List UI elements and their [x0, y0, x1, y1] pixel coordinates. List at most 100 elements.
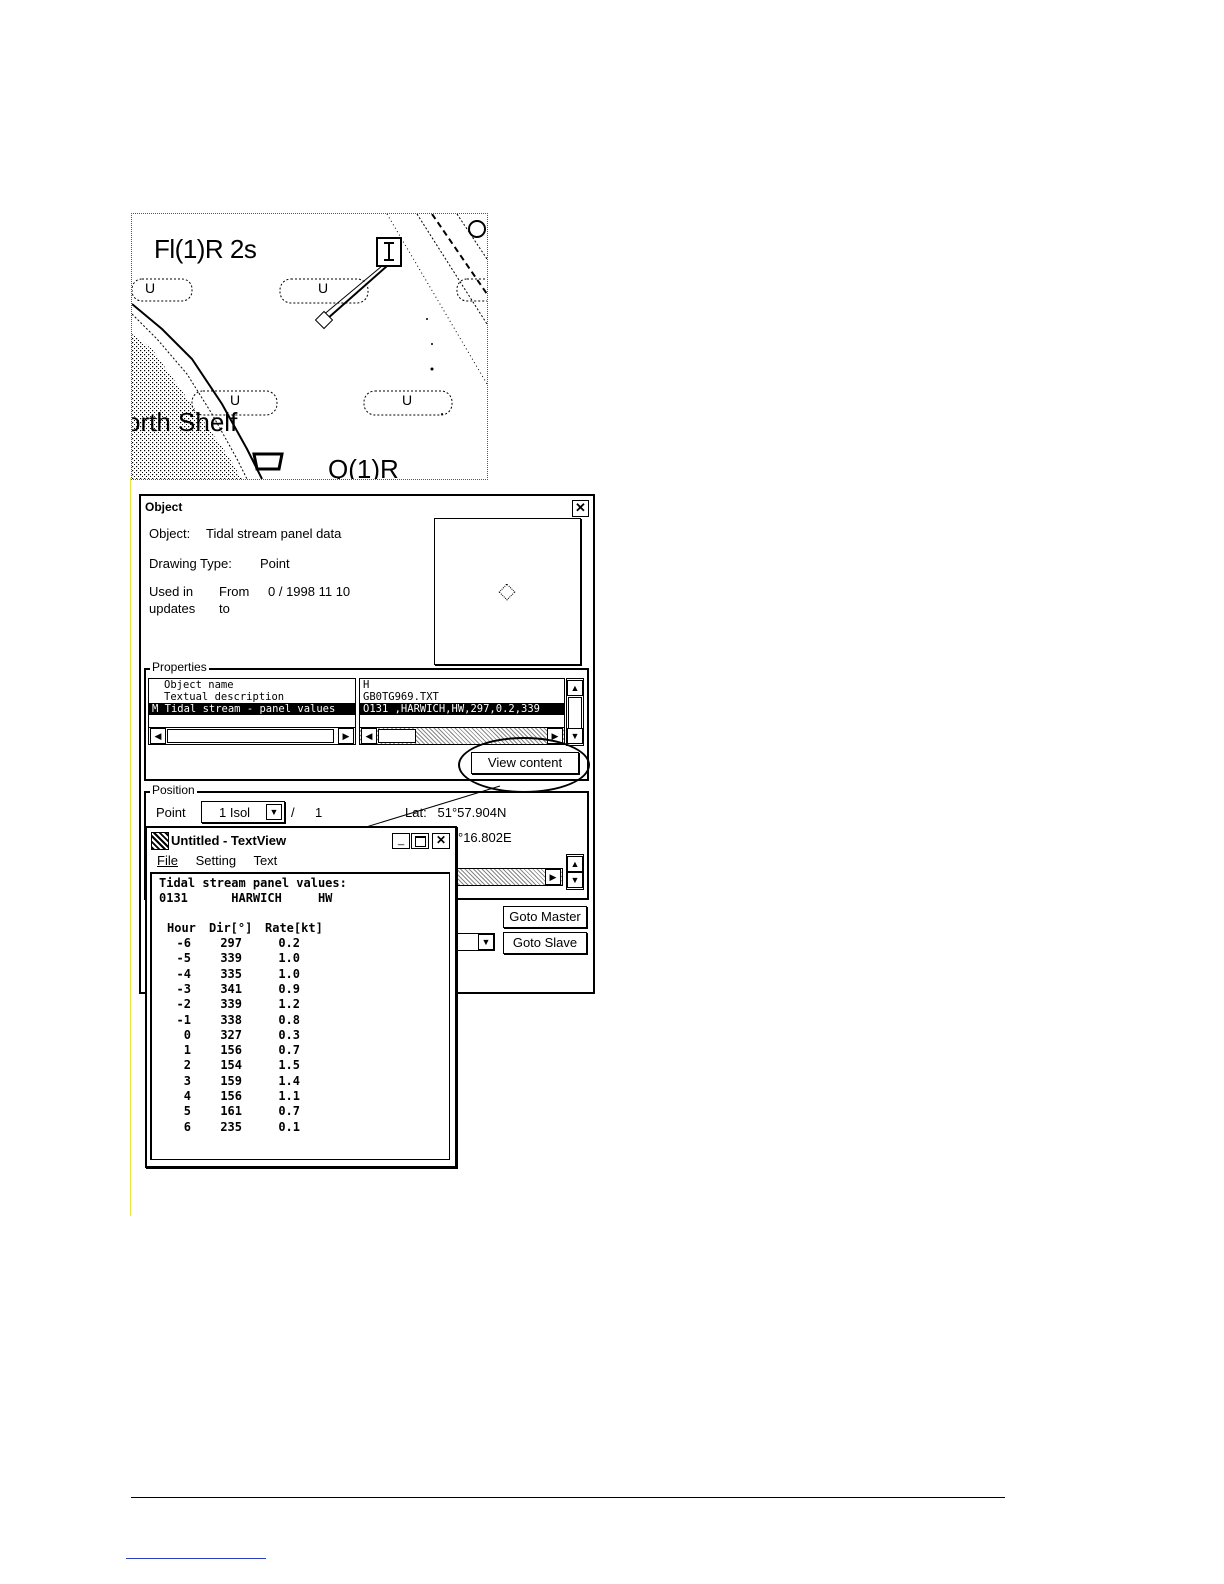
tide-hour: -5 [176, 951, 191, 966]
scroll-down-icon[interactable]: ▼ [567, 872, 583, 888]
buoy-mark-3: U [230, 392, 241, 408]
property-values-list[interactable]: H GB0TG969.TXT O131 ,HARWICH,HW,297,0.2,… [359, 678, 565, 728]
close-button[interactable]: ✕ [572, 500, 589, 517]
maximize-button[interactable] [411, 833, 429, 849]
drawing-type-value: Point [260, 556, 290, 571]
chart-map: Fl(1)R 2s U U U U orth Shelf Q(1)R [131, 213, 488, 480]
symbol-preview [434, 518, 581, 665]
tide-rate: 0.7 [278, 1104, 300, 1119]
menu-setting[interactable]: Setting [196, 853, 236, 868]
tide-hour: 3 [183, 1073, 191, 1088]
goto-master-button[interactable]: Goto Master [503, 906, 587, 928]
scroll-right-icon[interactable]: ▶ [338, 728, 354, 744]
position-vscroll[interactable]: ▲ ▼ [566, 854, 584, 890]
menu-file[interactable]: File [157, 853, 178, 868]
property-value-item-selected[interactable]: O131 ,HARWICH,HW,297,0.2,339 [360, 703, 564, 715]
dropdown-icon[interactable]: ▼ [478, 934, 494, 950]
tide-row: 0 327 0.3 [151, 1028, 447, 1043]
scroll-thumb[interactable] [378, 729, 416, 743]
footer-rule [131, 1497, 1005, 1498]
property-name-item[interactable]: Textual description [149, 691, 355, 703]
area-label: orth Shelf [131, 407, 238, 437]
tide-row: -5 339 1.0 [151, 951, 447, 966]
buoy-mark-1: U [145, 280, 156, 296]
scroll-right-icon[interactable]: ▶ [545, 869, 561, 885]
drawing-type-label: Drawing Type: [149, 556, 232, 571]
updates-label: updates [149, 601, 196, 616]
property-value-item[interactable]: GB0TG969.TXT [360, 691, 564, 703]
close-icon: ✕ [575, 500, 586, 515]
column-header-hour: Hour [167, 921, 196, 935]
property-name-item[interactable]: Object name [149, 679, 355, 691]
used-in-label: Used in [149, 584, 194, 599]
properties-label: Properties [150, 660, 209, 674]
tide-row: -3 341 0.9 [151, 982, 447, 997]
footer-link-underline[interactable] [126, 1558, 266, 1559]
tide-direction: 161 [220, 1104, 242, 1119]
tide-row: -4 335 1.0 [151, 967, 447, 982]
goto-slave-button[interactable]: Goto Slave [503, 932, 587, 954]
point-symbol-icon [498, 583, 516, 601]
light-characteristic-label: Fl(1)R 2s [154, 234, 257, 264]
minimize-icon: _ [397, 834, 405, 846]
textview-app-icon [151, 832, 169, 850]
column-header-dir: Dir[°] [209, 921, 253, 935]
tide-hour: -4 [176, 966, 191, 981]
tide-hour: 6 [183, 1119, 191, 1134]
point-select[interactable]: 1 Isol ▼ [201, 801, 285, 823]
tide-hour: 5 [183, 1104, 191, 1119]
buoy-mark-2: U [318, 280, 329, 296]
content-location-line: 0131 HARWICH HW [159, 891, 333, 905]
tide-direction: 341 [220, 981, 242, 996]
textview-window: Untitled - TextView _ ✕ File Setting Tex… [145, 826, 457, 1168]
property-name-item-selected[interactable]: M Tidal stream - panel values [149, 703, 355, 715]
scroll-thumb[interactable] [167, 729, 334, 743]
maximize-icon [415, 836, 426, 847]
menu-text[interactable]: Text [253, 853, 277, 868]
position-hscroll[interactable]: ▶ [441, 868, 563, 886]
tide-direction: 159 [220, 1073, 242, 1088]
tide-hour: 0 [183, 1027, 191, 1042]
object-label: Object: [149, 526, 191, 541]
dropdown-icon[interactable]: ▼ [266, 804, 282, 820]
property-value-item[interactable]: H [360, 679, 564, 691]
close-button[interactable]: ✕ [432, 833, 450, 849]
buoy-mark-4: U [402, 392, 413, 408]
tide-rate: 0.7 [278, 1043, 300, 1058]
tide-rate: 1.4 [278, 1073, 300, 1088]
point-label: Point [156, 805, 186, 820]
from-value: 0 / 1998 11 10 [268, 584, 351, 599]
tide-row: -6 297 0.2 [151, 936, 447, 951]
textview-content[interactable]: Tidal stream panel values: 0131 HARWICH … [150, 872, 450, 1160]
tide-row: 2 154 1.5 [151, 1058, 447, 1073]
tide-direction: 156 [220, 1089, 242, 1103]
object-value: Tidal stream panel data [206, 526, 342, 541]
margin-guide-line [130, 478, 131, 1216]
tide-row: -1 338 0.8 [151, 1013, 447, 1028]
scroll-left-icon[interactable]: ◀ [361, 728, 377, 744]
property-names-hscroll[interactable]: ◀ ▶ [148, 727, 356, 745]
tide-hour: -2 [176, 997, 191, 1012]
scroll-up-icon[interactable]: ▲ [567, 680, 583, 696]
property-names-list[interactable]: Object name Textual description M Tidal … [148, 678, 356, 728]
tide-rate: 1.2 [278, 997, 300, 1012]
tide-rate: 0.2 [278, 936, 300, 950]
point-select-value: 1 Isol [219, 805, 251, 820]
scroll-left-icon[interactable]: ◀ [150, 728, 166, 744]
scroll-down-icon[interactable]: ▼ [567, 728, 583, 744]
tide-row: 1 156 0.7 [151, 1043, 447, 1058]
tide-direction: 339 [220, 951, 242, 966]
textview-title: Untitled - TextView [171, 833, 287, 848]
minimize-button[interactable]: _ [392, 833, 410, 849]
tide-direction: 335 [220, 966, 242, 981]
scroll-thumb[interactable] [568, 697, 582, 729]
tide-row: 4 156 1.1 [151, 1089, 447, 1104]
tide-hour: 4 [183, 1089, 191, 1103]
property-values-vscroll[interactable]: ▲ ▼ [566, 678, 584, 746]
tide-rate: 1.0 [278, 966, 300, 981]
textview-menubar: File Setting Text [157, 853, 277, 868]
position-label: Position [150, 783, 197, 797]
dialog-title: Object [145, 500, 183, 514]
scroll-up-icon[interactable]: ▲ [567, 856, 583, 872]
tide-row: 5 161 0.7 [151, 1104, 447, 1119]
